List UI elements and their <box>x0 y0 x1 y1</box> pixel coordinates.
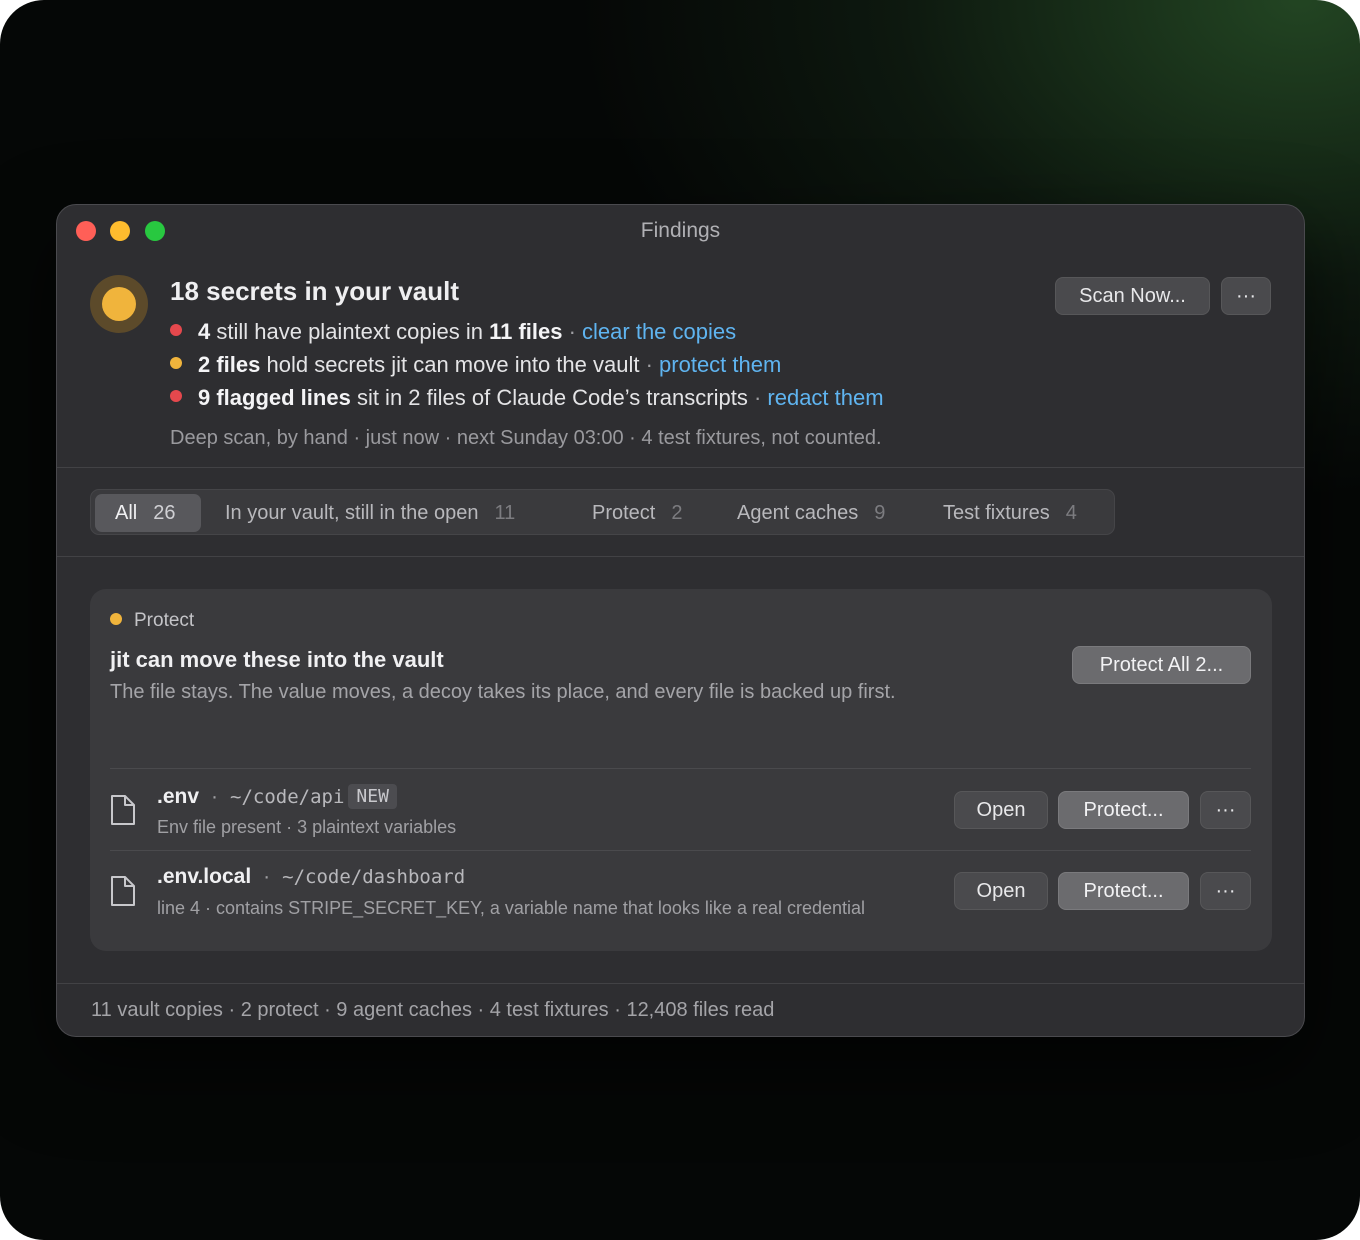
open-button[interactable]: Open <box>954 872 1048 910</box>
red-status-dot <box>170 390 182 402</box>
more-options-button[interactable]: ··· <box>1221 277 1271 315</box>
summary-header: 18 secrets in your vault 4 still have pl… <box>57 261 1304 467</box>
finding-protect-files: 2 files hold secrets jit can move into t… <box>170 352 781 378</box>
findings-window: Findings 18 secrets in your vault 4 stil… <box>56 204 1305 1037</box>
status-indicator-icon <box>90 275 148 333</box>
file-name: .env.local <box>157 865 252 888</box>
footer-summary: 11 vault copies · 2 protect · 9 agent ca… <box>91 999 775 1021</box>
finding-flagged-lines: 9 flagged lines sit in 2 files of Claude… <box>170 385 884 411</box>
row-title: .env · ~/code/api NEW <box>157 784 397 809</box>
file-name: .env <box>157 784 200 808</box>
scan-now-button[interactable]: Scan Now... <box>1055 277 1210 315</box>
tab-all[interactable]: All 26 <box>95 494 201 532</box>
row-more-button[interactable]: ··· <box>1200 872 1251 910</box>
summary-headline: 18 secrets in your vault <box>170 276 460 306</box>
status-dot <box>102 287 136 321</box>
row-title: .env.local · ~/code/dashboard <box>157 865 466 888</box>
file-path: ~/code/api <box>230 785 345 808</box>
protect-button[interactable]: Protect... <box>1058 872 1189 910</box>
tabs-divider <box>57 556 1304 557</box>
yellow-status-dot <box>110 613 122 625</box>
row-detail: line 4 · contains STRIPE_SECRET_KEY, a v… <box>157 898 866 918</box>
document-icon <box>111 795 135 825</box>
group-title: jit can move these into the vault <box>110 647 444 672</box>
tab-agent-caches[interactable]: Agent caches 9 <box>737 494 885 532</box>
window-title: Findings <box>640 219 721 242</box>
tab-in-vault-open[interactable]: In your vault, still in the open 11 <box>225 494 515 532</box>
yellow-status-dot <box>170 357 182 369</box>
finding-plaintext-copies: 4 still have plaintext copies in 11 file… <box>170 319 736 345</box>
protect-them-link[interactable]: protect them <box>659 352 781 377</box>
row-detail: Env file present · 3 plaintext variables <box>157 817 457 837</box>
protect-all-button[interactable]: Protect All 2... <box>1072 646 1251 684</box>
tab-protect[interactable]: Protect 2 <box>592 494 682 532</box>
clear-copies-link[interactable]: clear the copies <box>582 319 736 344</box>
row-more-button[interactable]: ··· <box>1200 791 1251 829</box>
protect-group-card: Protect jit can move these into the vaul… <box>90 589 1272 951</box>
file-path: ~/code/dashboard <box>282 866 466 888</box>
open-button[interactable]: Open <box>954 791 1048 829</box>
filter-tabs: All 26 In your vault, still in the open 11… <box>90 489 1115 535</box>
group-label: Protect <box>110 610 194 632</box>
document-icon <box>111 876 135 906</box>
header-divider <box>57 467 1304 468</box>
scan-meta: Deep scan, by hand · just now · next Sun… <box>170 427 882 449</box>
tab-test-fixtures[interactable]: Test fixtures 4 <box>943 494 1077 532</box>
red-status-dot <box>170 324 182 336</box>
footer-divider <box>57 983 1304 984</box>
finding-row: .env.local · ~/code/dashboard line 4 · c… <box>110 850 1251 930</box>
redact-them-link[interactable]: redact them <box>767 385 883 410</box>
titlebar: Findings <box>57 205 1304 261</box>
finding-row: .env · ~/code/api NEW Env file present ·… <box>110 769 1251 849</box>
group-description: The file stays. The value moves, a decoy… <box>110 681 896 703</box>
new-badge: NEW <box>348 784 397 809</box>
protect-button[interactable]: Protect... <box>1058 791 1189 829</box>
